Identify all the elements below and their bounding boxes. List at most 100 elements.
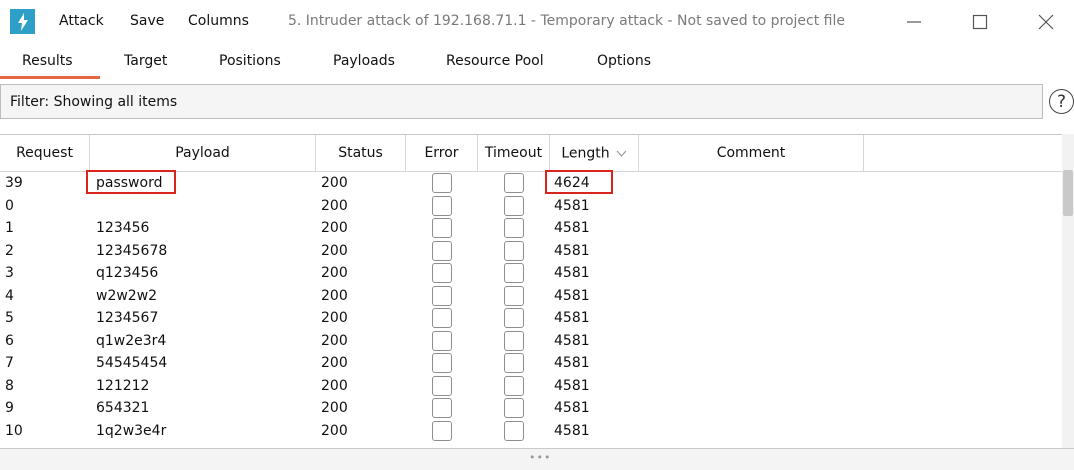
error-checkbox (432, 330, 452, 351)
cell-length: 4581 (554, 355, 590, 371)
cell-payload: 1234567 (96, 310, 159, 326)
column-header-status[interactable]: Status (316, 135, 406, 172)
table-row[interactable]: 9 654321 200 4581 (0, 397, 1062, 420)
column-header-request[interactable]: Request (0, 135, 90, 172)
cell-request: 4 (5, 287, 14, 304)
bottom-panel: ••• (0, 448, 1074, 470)
cell-request: 2 (5, 242, 14, 259)
table-row[interactable]: 1 123456 200 4581 (0, 217, 1062, 240)
tab-resource-pool[interactable]: Resource Pool (446, 53, 544, 69)
cell-payload: w2w2w2 (96, 287, 158, 304)
error-checkbox (432, 285, 452, 306)
table-row[interactable]: 7 54545454 200 4581 (0, 352, 1062, 375)
cell-request: 5 (5, 310, 14, 326)
table-row[interactable]: 5 1234567 200 4581 (0, 307, 1062, 330)
table-body: 39 password 200 4624 0 200 4581 1 123456 200 4581 2… (0, 172, 1062, 442)
column-header-label: Status (338, 145, 383, 161)
splitter-handle[interactable]: ••• (529, 451, 551, 464)
table-row[interactable]: 3 q123456 200 4581 (0, 262, 1062, 285)
timeout-checkbox (504, 173, 524, 193)
tab-target[interactable]: Target (124, 53, 167, 69)
table-row[interactable]: 8 121212 200 4581 (0, 375, 1062, 398)
table-row[interactable]: 6 q1w2e3r4 200 4581 (0, 330, 1062, 353)
column-header-label: Timeout (484, 145, 543, 161)
tab-payloads[interactable]: Payloads (333, 53, 395, 69)
cell-payload: 12345678 (96, 242, 168, 259)
column-header-length[interactable]: Length (550, 135, 639, 172)
error-checkbox (432, 353, 452, 373)
cell-length: 4581 (554, 197, 590, 214)
column-header-label: Error (424, 145, 459, 161)
menu-attack[interactable]: Attack (59, 13, 104, 29)
cell-length: 4581 (554, 220, 590, 236)
error-checkbox (432, 195, 452, 216)
column-header-comment[interactable]: Comment (639, 135, 864, 172)
table-row[interactable]: 10 1q2w3e4r 200 4581 (0, 420, 1062, 443)
scrollbar-thumb[interactable] (1063, 170, 1073, 216)
cell-payload: q1w2e3r4 (96, 332, 167, 349)
cell-status: 200 (321, 422, 348, 439)
cell-status: 200 (321, 220, 348, 236)
cell-request: 3 (5, 265, 14, 281)
column-header-error[interactable]: Error (406, 135, 478, 172)
cell-status: 200 (321, 197, 348, 214)
timeout-checkbox (504, 330, 524, 351)
timeout-checkbox (504, 375, 524, 396)
cell-payload: q123456 (96, 265, 159, 281)
column-header-label: Request (16, 145, 73, 161)
close-button[interactable] (1024, 6, 1068, 38)
sort-chevron-icon (616, 135, 627, 172)
cell-status: 200 (321, 242, 348, 259)
active-tab-indicator (0, 76, 100, 79)
minimize-icon (907, 21, 921, 23)
table-row[interactable]: 0 200 4581 (0, 195, 1062, 218)
filter-bar[interactable]: Filter: Showing all items (0, 84, 1043, 119)
close-icon (1038, 14, 1054, 30)
cell-length: 4581 (554, 242, 590, 259)
cell-status: 200 (321, 310, 348, 326)
table-row[interactable]: 2 12345678 200 4581 (0, 240, 1062, 263)
timeout-checkbox (504, 218, 524, 238)
cell-request: 9 (5, 400, 14, 416)
timeout-checkbox (504, 398, 524, 418)
cell-status: 200 (321, 355, 348, 371)
cell-length: 4581 (554, 287, 590, 304)
cell-request: 1 (5, 220, 14, 236)
cell-status: 200 (321, 175, 348, 191)
error-checkbox (432, 375, 452, 396)
timeout-checkbox (504, 285, 524, 306)
tab-results[interactable]: Results (22, 53, 73, 69)
error-checkbox (432, 263, 452, 283)
cell-payload: 123456 (96, 220, 150, 236)
window-title: 5. Intruder attack of 192.168.71.1 - Tem… (288, 13, 845, 29)
cell-status: 200 (321, 400, 348, 416)
vertical-scrollbar[interactable] (1062, 134, 1074, 448)
cell-payload: 54545454 (96, 355, 168, 371)
column-header-label: Payload (175, 145, 230, 161)
table-row[interactable]: 4 w2w2w2 200 4581 (0, 285, 1062, 308)
maximize-button[interactable] (958, 6, 1002, 38)
error-checkbox (432, 240, 452, 261)
minimize-button[interactable] (892, 6, 936, 38)
error-checkbox (432, 173, 452, 193)
cell-request: 8 (5, 377, 14, 394)
column-header-timeout[interactable]: Timeout (478, 135, 550, 172)
timeout-checkbox (504, 240, 524, 261)
help-icon[interactable]: ? (1049, 89, 1074, 114)
cell-payload: 654321 (96, 400, 150, 416)
title-bar: Attack Save Columns 5. Intruder attack o… (0, 0, 1074, 44)
column-header-payload[interactable]: Payload (90, 135, 316, 172)
error-checkbox (432, 420, 452, 441)
cell-length: 4581 (554, 265, 590, 281)
tab-positions[interactable]: Positions (219, 53, 281, 69)
error-checkbox (432, 218, 452, 238)
menu-save[interactable]: Save (130, 13, 164, 29)
cell-request: 7 (5, 355, 14, 371)
cell-status: 200 (321, 377, 348, 394)
filter-text: Filter: Showing all items (10, 94, 178, 110)
timeout-checkbox (504, 420, 524, 441)
table-header: Request Payload Status Error Timeout Len… (0, 135, 1062, 172)
cell-status: 200 (321, 332, 348, 349)
menu-columns[interactable]: Columns (188, 13, 249, 29)
tab-options[interactable]: Options (597, 53, 651, 69)
